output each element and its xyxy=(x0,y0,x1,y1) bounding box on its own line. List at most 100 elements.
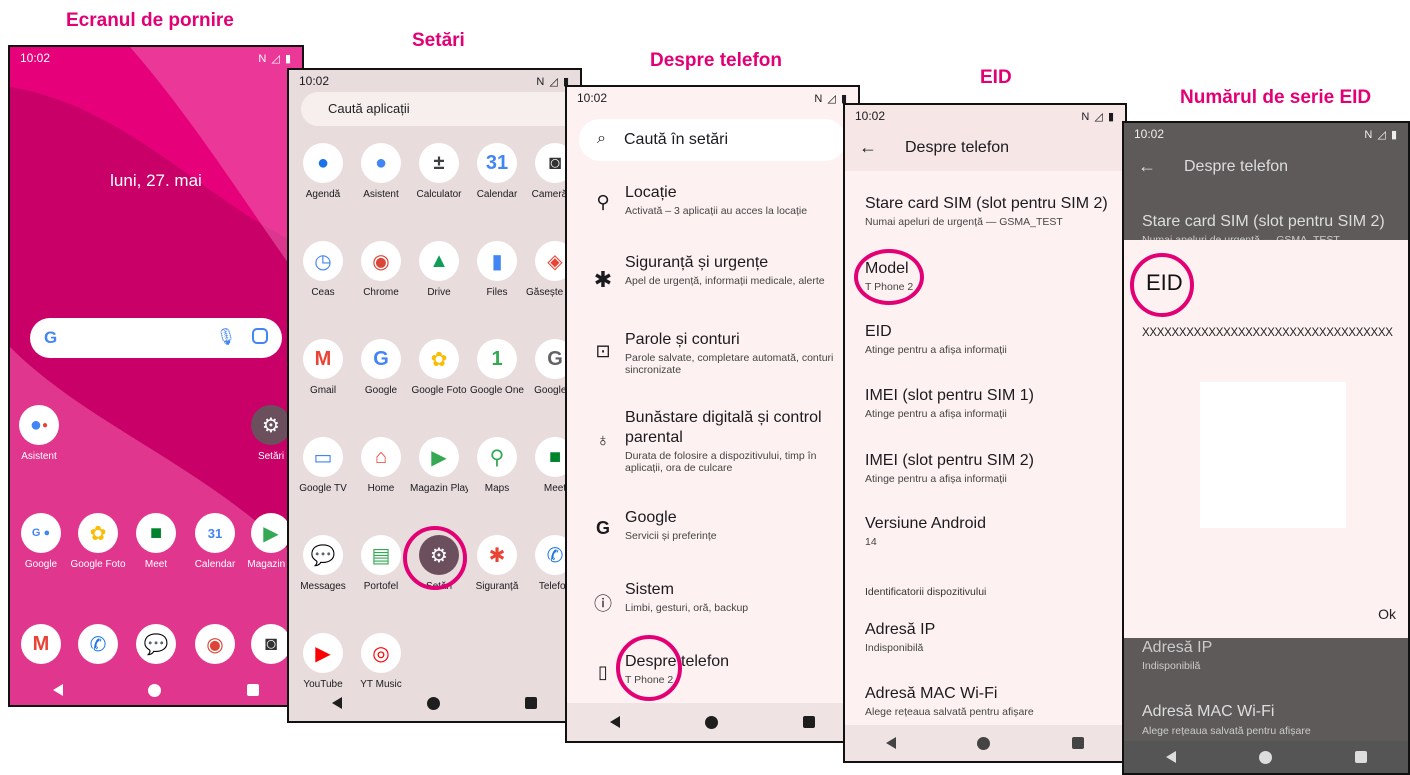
drawer-app[interactable]: ✱ Siguranță xyxy=(468,535,526,592)
nav-back-icon[interactable] xyxy=(331,697,342,709)
settings-item-google[interactable]: G Google Servicii și preferințe xyxy=(567,509,858,579)
drawer-app[interactable]: 💬 Messages xyxy=(294,535,352,592)
nav-recents-icon[interactable] xyxy=(1072,737,1085,749)
dock-phone[interactable]: ✆ xyxy=(69,624,127,664)
about-header-title: Despre telefon xyxy=(905,139,1010,156)
app-icon: 💬 xyxy=(303,535,343,575)
item-title: Sistem xyxy=(625,581,674,598)
settings-screen: 10:02 N ◿ ▮ ⌕ Caută în setări ⚲ Locație … xyxy=(565,85,860,743)
back-arrow-icon[interactable]: ← xyxy=(1138,156,1156,177)
app-label: Calendar xyxy=(476,189,518,200)
status-time: 10:02 xyxy=(1134,127,1165,141)
nav-recents-icon[interactable] xyxy=(247,684,260,696)
status-time: 10:02 xyxy=(299,74,330,88)
dock-messages[interactable]: 💬 xyxy=(127,624,185,664)
settings-item-location[interactable]: ⚲ Locație Activată – 3 aplicații au acce… xyxy=(567,184,858,254)
home-app-meet[interactable]: ■ Meet xyxy=(127,513,185,570)
app-drawer-screen: 10:02 N ◿ ▮ Caută aplicații ● Agendă ● Asis… xyxy=(287,68,582,723)
drawer-app[interactable]: ◎ YT Music xyxy=(352,633,410,690)
home-search-bar[interactable]: G 🎙 xyxy=(30,318,282,358)
location-icon: ⚲ xyxy=(596,192,610,212)
item-title: Adresă MAC Wi-Fi xyxy=(865,685,998,702)
home-app-photos[interactable]: ✿ Google Foto xyxy=(69,513,127,570)
nav-recents-icon[interactable] xyxy=(803,716,816,728)
phone-icon: ✆ xyxy=(78,624,118,664)
home-app-google[interactable]: G ● Google xyxy=(12,513,70,570)
nav-back-icon[interactable] xyxy=(1165,751,1176,763)
settings-item-passwords[interactable]: ⊡ Parole și conturi Parole salvate, comp… xyxy=(567,331,858,401)
home-date: luni, 27. mai xyxy=(110,171,202,190)
back-arrow-icon[interactable]: ← xyxy=(859,137,877,158)
about-item-eid[interactable]: EID Atinge pentru a afișa informații xyxy=(865,323,1115,356)
caption-settings: Setări xyxy=(412,30,465,51)
item-subtitle: Activată – 3 aplicații au acces la locaț… xyxy=(625,205,808,217)
section-header-identifiers: Identificatorii dispozitivului xyxy=(865,586,987,598)
caption-about: Despre telefon xyxy=(650,50,782,71)
nav-home-icon[interactable] xyxy=(977,736,991,750)
drawer-app[interactable]: ▲ Drive xyxy=(410,241,468,298)
app-search-placeholder: Caută aplicații xyxy=(328,101,410,116)
home-app-assistant[interactable]: ● ● Asistent xyxy=(10,405,68,462)
settings-item-wellbeing[interactable]: ♁ Bunăstare digitală și control parental… xyxy=(567,408,858,498)
nav-home-icon[interactable] xyxy=(426,696,440,710)
app-label: Home xyxy=(367,483,395,494)
drawer-app[interactable]: ▮ Files xyxy=(468,241,526,298)
settings-item-safety[interactable]: ✱ Siguranță și urgențe Apel de urgență, … xyxy=(567,254,858,324)
about-item-sim-status[interactable]: Stare card SIM (slot pentru SIM 2) Numai… xyxy=(865,195,1115,228)
settings-search-placeholder: Caută în setări xyxy=(624,131,729,148)
drawer-app[interactable]: ▭ Google TV xyxy=(294,437,352,494)
eid-ok-button[interactable]: Ok xyxy=(1378,606,1396,622)
dock-chrome[interactable]: ◉ xyxy=(186,624,244,664)
item-title: Parole și conturi xyxy=(625,331,740,348)
drawer-app[interactable]: ✿ Google Foto xyxy=(410,339,468,396)
nav-back-icon[interactable] xyxy=(885,737,896,749)
nav-recents-icon[interactable] xyxy=(1354,751,1367,763)
drawer-app[interactable]: ◷ Ceas xyxy=(294,241,352,298)
drawer-app[interactable]: ⌂ Home xyxy=(352,437,410,494)
app-label: Calendar xyxy=(194,559,236,570)
calendar-icon: 31 xyxy=(195,513,235,553)
nav-home-icon[interactable] xyxy=(704,715,718,729)
app-search-bar[interactable]: Caută aplicații xyxy=(301,92,580,126)
settings-search-bar[interactable]: ⌕ Caută în setări xyxy=(579,119,846,161)
about-item-android-version[interactable]: Versiune Android 14 xyxy=(865,515,1115,548)
nav-back-icon[interactable] xyxy=(609,716,620,728)
nav-home-icon[interactable] xyxy=(148,683,162,697)
drawer-app[interactable]: 31 Calendar xyxy=(468,143,526,200)
app-label: Ceas xyxy=(311,287,335,298)
drawer-app[interactable]: ⚲ Maps xyxy=(468,437,526,494)
drawer-app[interactable]: ± Calculator xyxy=(410,143,468,200)
home-app-calendar[interactable]: 31 Calendar xyxy=(186,513,244,570)
drawer-app[interactable]: ● Asistent xyxy=(352,143,410,200)
app-icon: ● xyxy=(303,143,343,183)
app-icon: ▶ xyxy=(303,633,343,673)
caption-eid: EID xyxy=(980,67,1012,88)
item-subtitle: Durata de folosire a dispozitivului, tim… xyxy=(625,450,817,474)
nav-recents-icon[interactable] xyxy=(525,697,538,709)
app-label: Files xyxy=(486,287,508,298)
about-item-mac[interactable]: Adresă MAC Wi-Fi Alege rețeaua salvată p… xyxy=(865,685,1115,718)
about-item-ip[interactable]: Adresă IP Indisponibilă xyxy=(865,621,1115,654)
drawer-app[interactable]: ▶ YouTube xyxy=(294,633,352,690)
nav-home-icon[interactable] xyxy=(1258,750,1272,764)
drawer-app[interactable]: ● Agendă xyxy=(294,143,352,200)
nav-back-icon[interactable] xyxy=(52,684,63,696)
dock-gmail[interactable]: M xyxy=(12,624,70,664)
item-title: Versiune Android xyxy=(865,515,986,532)
lens-icon[interactable] xyxy=(252,328,268,344)
home-screen: 10:02 N ◿ ▮ luni, 27. mai G 🎙 ● ● Asisten… xyxy=(8,45,304,707)
drawer-app[interactable]: ▶ Magazin Play xyxy=(410,437,468,494)
drawer-app[interactable]: G Google xyxy=(352,339,410,396)
drawer-app[interactable]: ◉ Chrome xyxy=(352,241,410,298)
drawer-app[interactable]: 1 Google One xyxy=(468,339,526,396)
mic-icon[interactable]: 🎙 xyxy=(216,327,236,347)
drawer-app[interactable]: M Gmail xyxy=(294,339,352,396)
settings-item-system[interactable]: ⓘ Sistem Limbi, gesturi, oră, backup xyxy=(567,581,858,651)
drawer-app[interactable]: ▤ Portofel xyxy=(352,535,410,592)
about-item-imei1[interactable]: IMEI (slot pentru SIM 1) Atinge pentru a… xyxy=(865,387,1115,420)
item-title: IMEI (slot pentru SIM 1) xyxy=(865,387,1034,404)
app-label: Chrome xyxy=(363,287,399,298)
camera-icon: ◙ xyxy=(251,624,291,664)
app-label: Google One xyxy=(470,385,524,396)
about-item-imei2[interactable]: IMEI (slot pentru SIM 2) Atinge pentru a… xyxy=(865,452,1115,485)
